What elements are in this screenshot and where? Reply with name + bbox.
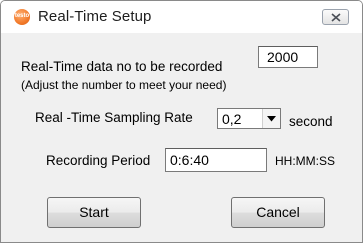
close-button[interactable]: [322, 9, 349, 25]
sampling-rate-unit: second: [289, 114, 333, 129]
title-bar: testo Real-Time Setup: [1, 1, 362, 33]
testo-app-icon: testo: [14, 9, 30, 25]
window-title: Real-Time Setup: [38, 8, 152, 25]
records-hint: (Adjust the number to meet your need): [21, 78, 227, 92]
dialog-body: Real-Time data no to be recorded (Adjust…: [7, 34, 356, 236]
sampling-rate-label: Real -Time Sampling Rate: [35, 110, 193, 125]
recording-period-label: Recording Period: [46, 153, 151, 168]
dropdown-button[interactable]: [262, 109, 280, 128]
app-icon-text: testo: [14, 13, 30, 19]
recording-period-format: HH:MM:SS: [275, 154, 335, 168]
start-button[interactable]: Start: [47, 197, 141, 228]
cancel-button[interactable]: Cancel: [231, 197, 325, 228]
recording-period-input[interactable]: [165, 148, 267, 172]
close-x-icon: [331, 13, 341, 22]
chevron-down-icon: [267, 116, 276, 122]
sampling-rate-select[interactable]: 0,2: [217, 108, 281, 129]
records-label: Real-Time data no to be recorded: [21, 59, 223, 74]
records-input[interactable]: [258, 46, 318, 68]
sampling-rate-value: 0,2: [222, 111, 242, 127]
real-time-setup-dialog: testo Real-Time Setup Real-Time data no …: [0, 0, 363, 243]
